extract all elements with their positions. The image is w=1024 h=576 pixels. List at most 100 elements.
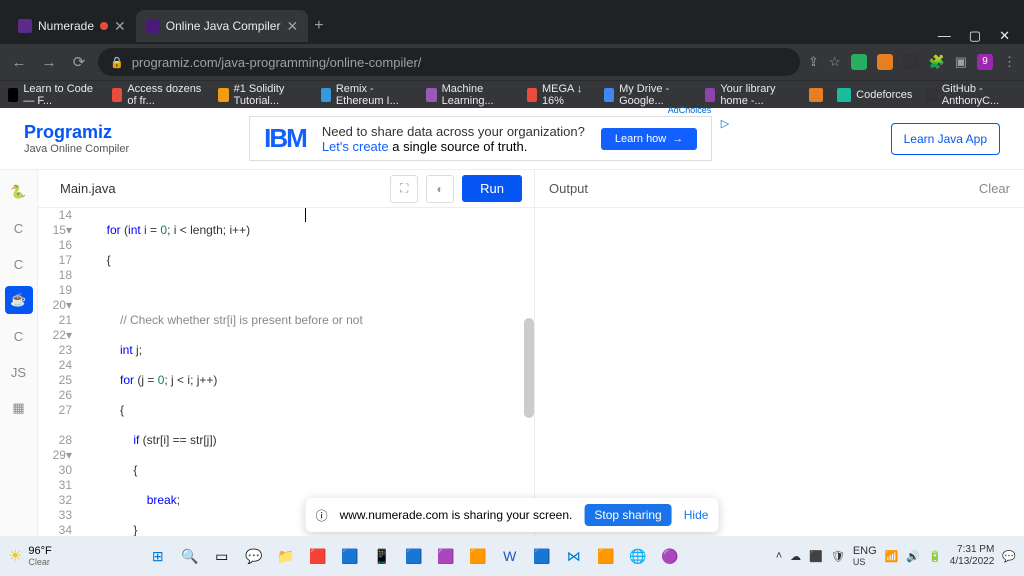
menu-icon[interactable]: ⋮ xyxy=(1003,54,1016,70)
logo-title: Programiz xyxy=(24,122,129,143)
browser-tab-numerade[interactable]: Numerade ✕ xyxy=(8,10,136,42)
word-icon[interactable]: W xyxy=(497,543,523,569)
new-tab-button[interactable]: + xyxy=(314,17,323,35)
screen-sharing-bar: ⓘ www.numerade.com is sharing your scree… xyxy=(306,498,719,532)
file-tab-main[interactable]: Main.java xyxy=(50,177,126,200)
bookmark-item[interactable]: Learn to Code — F... xyxy=(8,83,98,107)
chrome-icon[interactable]: 🌐 xyxy=(625,543,651,569)
bookmark-item[interactable]: #1 Solidity Tutorial... xyxy=(218,83,306,107)
lang-python-icon[interactable]: 🐍 xyxy=(5,178,33,206)
tray-chevron-icon[interactable]: ˄ xyxy=(776,550,782,562)
fullscreen-button[interactable]: ⛶ xyxy=(390,175,418,203)
code-editor[interactable]: 14 15▾16 17 18 19 20▾21 22▾23 24 25 26 2… xyxy=(38,208,534,536)
browser-tab-compiler[interactable]: Online Java Compiler ✕ xyxy=(136,10,308,42)
app-icon[interactable]: 🟧 xyxy=(593,543,619,569)
notifications-icon[interactable]: 💬 xyxy=(1002,550,1016,563)
favicon-icon xyxy=(146,19,160,33)
info-icon: ⓘ xyxy=(316,507,328,524)
line-gutter: 14 15▾16 17 18 19 20▾21 22▾23 24 25 26 2… xyxy=(38,208,80,536)
sun-icon: ☀ xyxy=(8,546,22,566)
extension-icon[interactable] xyxy=(903,54,919,70)
window-maximize-icon[interactable]: ▢ xyxy=(969,28,981,44)
bookmark-item[interactable]: Remix - Ethereum I... xyxy=(321,83,413,107)
tab-title: Numerade xyxy=(38,19,94,33)
app-icon[interactable]: 🟦 xyxy=(337,543,363,569)
lang-java-icon[interactable]: ☕ xyxy=(5,286,33,314)
extension-icon[interactable] xyxy=(851,54,867,70)
weather-widget[interactable]: ☀ 96°F Clear xyxy=(8,545,52,567)
window-minimize-icon[interactable]: — xyxy=(938,28,951,44)
favicon-icon xyxy=(18,19,32,33)
ad-close-icon[interactable]: ▷ xyxy=(721,117,729,130)
close-icon[interactable]: ✕ xyxy=(114,18,126,35)
bookmark-item[interactable]: Access dozens of fr... xyxy=(112,83,204,107)
search-icon[interactable]: 🔍 xyxy=(177,543,203,569)
arrow-right-icon: → xyxy=(672,133,683,145)
bookmark-item[interactable]: GitHub - AnthonyC... xyxy=(926,83,1016,107)
weather-temp: 96°F xyxy=(28,545,51,557)
learn-app-button[interactable]: Learn Java App xyxy=(891,123,1000,155)
tray-icon[interactable]: ⬛ xyxy=(809,550,823,563)
bookmark-item[interactable] xyxy=(809,88,823,102)
close-icon[interactable]: ✕ xyxy=(286,18,298,35)
adchoices-label[interactable]: AdChoices xyxy=(668,105,712,115)
hide-sharing-button[interactable]: Hide xyxy=(684,508,709,522)
lang-csharp-icon[interactable]: C xyxy=(5,322,33,350)
clock[interactable]: 7:31 PM 4/13/2022 xyxy=(950,544,995,568)
logo[interactable]: Programiz Java Online Compiler xyxy=(24,122,129,155)
profile-button[interactable]: 9 xyxy=(977,54,993,70)
ad-learn-button[interactable]: Learn how→ xyxy=(601,128,697,150)
scrollbar[interactable] xyxy=(524,318,534,418)
lang-c-icon[interactable]: C xyxy=(5,214,33,242)
output-title: Output xyxy=(549,181,588,196)
language-indicator[interactable]: ENGUS xyxy=(853,545,877,567)
language-sidebar: 🐍 C C ☕ C JS ▦ xyxy=(0,170,38,536)
bookmark-item[interactable]: Your library home -... xyxy=(705,83,795,107)
advertisement[interactable]: AdChoices ▷ IBM Need to share data acros… xyxy=(249,116,712,161)
app-icon[interactable]: 🟦 xyxy=(529,543,555,569)
lock-icon: 🔒 xyxy=(110,56,124,69)
forward-button[interactable]: → xyxy=(38,54,60,71)
task-view-icon[interactable]: ▭ xyxy=(209,543,235,569)
app-icon[interactable]: 🟣 xyxy=(657,543,683,569)
clear-button[interactable]: Clear xyxy=(979,181,1010,196)
wifi-icon[interactable]: 📶 xyxy=(885,550,899,563)
lang-sql-icon[interactable]: ▦ xyxy=(5,394,33,422)
sharing-text: www.numerade.com is sharing your screen. xyxy=(340,508,573,522)
app-icon[interactable]: 🟦 xyxy=(401,543,427,569)
explorer-icon[interactable]: 📁 xyxy=(273,543,299,569)
window-close-icon[interactable]: ✕ xyxy=(999,28,1010,44)
ibm-logo-icon: IBM xyxy=(264,123,306,154)
address-bar[interactable]: 🔒 programiz.com/java-programming/online-… xyxy=(98,48,800,76)
bookmark-item[interactable]: Machine Learning... xyxy=(426,83,512,107)
run-button[interactable]: Run xyxy=(462,175,522,202)
back-button[interactable]: ← xyxy=(8,54,30,71)
extensions-icon[interactable]: 🧩 xyxy=(929,54,945,70)
battery-icon[interactable]: 🔋 xyxy=(928,550,942,563)
app-icon[interactable]: 🟥 xyxy=(305,543,331,569)
theme-toggle-button[interactable]: ◐ xyxy=(426,175,454,203)
extension-icon[interactable] xyxy=(877,54,893,70)
volume-icon[interactable]: 🔊 xyxy=(906,550,920,563)
app-icon[interactable]: 🟪 xyxy=(433,543,459,569)
windows-taskbar: ☀ 96°F Clear ⊞ 🔍 ▭ 💬 📁 🟥 🟦 📱 🟦 🟪 🟧 W 🟦 ⋈… xyxy=(0,536,1024,576)
lang-cpp-icon[interactable]: C xyxy=(5,250,33,278)
share-icon[interactable]: ⇪ xyxy=(808,54,819,70)
onedrive-icon[interactable]: ☁ xyxy=(790,550,801,563)
bookmark-item[interactable]: My Drive - Google... xyxy=(604,83,691,107)
lang-js-icon[interactable]: JS xyxy=(5,358,33,386)
app-icon[interactable]: 🟧 xyxy=(465,543,491,569)
app-icon[interactable]: 📱 xyxy=(369,543,395,569)
weather-cond: Clear xyxy=(28,557,51,567)
reload-button[interactable]: ⟳ xyxy=(68,53,90,71)
vscode-icon[interactable]: ⋈ xyxy=(561,543,587,569)
start-button[interactable]: ⊞ xyxy=(145,543,171,569)
bookmark-item[interactable]: Codeforces xyxy=(837,88,912,102)
stop-sharing-button[interactable]: Stop sharing xyxy=(584,504,671,526)
bookmark-item[interactable]: MEGA ↓ 16% xyxy=(527,83,590,107)
ad-headline: Need to share data across your organizat… xyxy=(322,124,585,139)
tabs-icon[interactable]: ▣ xyxy=(955,54,967,70)
star-icon[interactable]: ☆ xyxy=(829,54,841,70)
widgets-icon[interactable]: 💬 xyxy=(241,543,267,569)
tray-icon[interactable]: 🛡 xyxy=(831,550,845,563)
